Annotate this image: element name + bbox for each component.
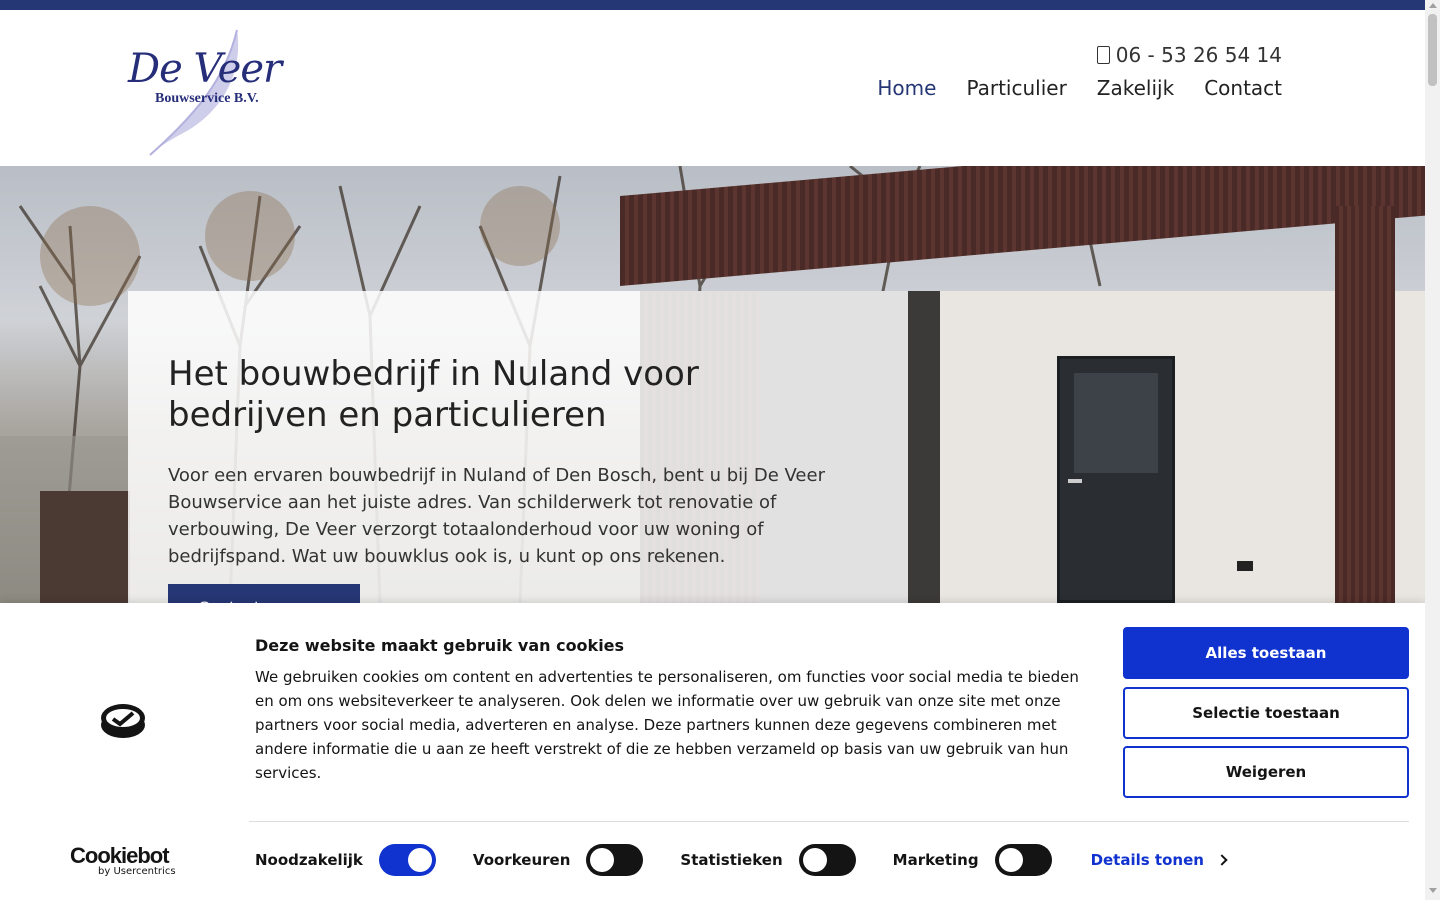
toggle-statistics[interactable] xyxy=(798,844,856,876)
cookie-banner: Cookiebot by Usercentrics Deze website m… xyxy=(0,603,1425,900)
details-link[interactable]: Details tonen xyxy=(1090,851,1228,869)
hero-text: Voor een ervaren bouwbedrijf in Nuland o… xyxy=(168,465,825,567)
cookiebot-logo[interactable]: Cookiebot by Usercentrics xyxy=(70,843,176,877)
toggle-label-marketing: Marketing xyxy=(892,851,979,869)
cookie-text: We gebruiken cookies om content en adver… xyxy=(255,668,1079,782)
door-handle xyxy=(1068,479,1082,483)
allow-all-button[interactable]: Alles toestaan xyxy=(1123,627,1409,679)
garden-fence xyxy=(40,491,130,603)
cookie-divider xyxy=(249,821,1409,822)
main-nav: Home Particulier Zakelijk Contact xyxy=(877,76,1282,100)
cookiebot-icon xyxy=(101,704,145,738)
toggle-label-necessary: Noodzakelijk xyxy=(255,851,363,869)
phone-number: 06 - 53 26 54 14 xyxy=(1115,43,1282,67)
toggle-preferences[interactable] xyxy=(586,844,644,876)
top-accent-bar xyxy=(0,0,1425,10)
toggle-group-necessary: Noodzakelijk xyxy=(255,844,436,876)
page-scrollbar[interactable] xyxy=(1425,0,1440,900)
site-logo[interactable]: De Veer Bouwservice B.V. xyxy=(125,20,285,160)
door-window xyxy=(1074,373,1158,473)
phone-icon xyxy=(1096,46,1110,64)
cookie-toggles: Noodzakelijk Voorkeuren Statistieken Mar… xyxy=(255,844,1228,876)
wall-vent xyxy=(1237,561,1253,571)
hero-section: Het bouwbedrijf in Nuland voor bedrijven… xyxy=(0,166,1425,603)
nav-item-zakelijk[interactable]: Zakelijk xyxy=(1097,76,1174,100)
nav-item-home[interactable]: Home xyxy=(877,76,936,100)
building-door xyxy=(1057,356,1175,603)
cookiebot-by: by Usercentrics xyxy=(98,866,176,877)
toggle-marketing[interactable] xyxy=(994,844,1052,876)
toggle-group-statistics: Statistieken xyxy=(680,844,856,876)
phone-contact[interactable]: 06 - 53 26 54 14 xyxy=(1096,43,1282,67)
cookie-title: Deze website maakt gebruik van cookies xyxy=(255,636,625,655)
hero-card: Het bouwbedrijf in Nuland voor bedrijven… xyxy=(128,291,908,603)
scroll-down-arrow-icon[interactable] xyxy=(1429,888,1437,893)
hero-title: Het bouwbedrijf in Nuland voor bedrijven… xyxy=(168,354,699,435)
building-cladding-right xyxy=(1335,206,1395,603)
scrollbar-thumb[interactable] xyxy=(1428,14,1437,86)
deny-button[interactable]: Weigeren xyxy=(1123,746,1409,798)
chevron-right-icon xyxy=(1216,854,1228,866)
toggle-group-preferences: Voorkeuren xyxy=(472,844,644,876)
toggle-necessary[interactable] xyxy=(378,844,436,876)
hero-contact-button[interactable]: Contact xyxy=(168,584,360,603)
toggle-label-preferences: Voorkeuren xyxy=(472,851,571,869)
toggle-group-marketing: Marketing xyxy=(893,844,1052,876)
nav-item-contact[interactable]: Contact xyxy=(1204,76,1282,100)
logo-subtitle: Bouwservice B.V. xyxy=(155,91,259,106)
scroll-up-arrow-icon[interactable] xyxy=(1429,3,1437,8)
details-label: Details tonen xyxy=(1090,851,1204,869)
site-header: De Veer Bouwservice B.V. 06 - 53 26 54 1… xyxy=(0,10,1425,166)
logo-brand-text: De Veer xyxy=(128,46,282,92)
nav-item-particulier[interactable]: Particulier xyxy=(966,76,1066,100)
allow-selection-button[interactable]: Selectie toestaan xyxy=(1123,687,1409,739)
toggle-label-statistics: Statistieken xyxy=(680,851,783,869)
